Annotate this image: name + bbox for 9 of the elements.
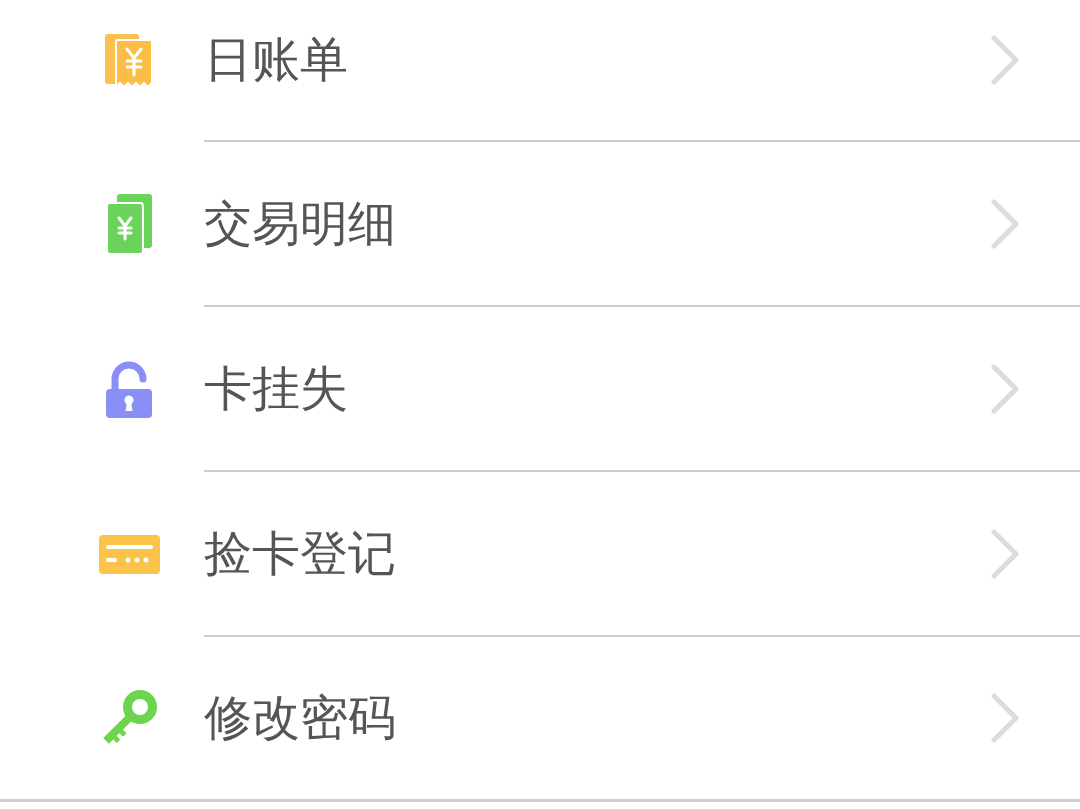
banknotes-icon xyxy=(106,194,152,255)
chevron-right-icon xyxy=(991,198,1019,249)
chevron-right-icon xyxy=(991,35,1019,85)
chevron-right-icon xyxy=(991,528,1019,579)
chevron-right-icon xyxy=(991,363,1019,414)
receipt-icon xyxy=(105,33,153,89)
chevron-right-icon xyxy=(991,693,1019,743)
credit-card-icon xyxy=(98,535,160,574)
padlock-icon xyxy=(106,361,152,418)
